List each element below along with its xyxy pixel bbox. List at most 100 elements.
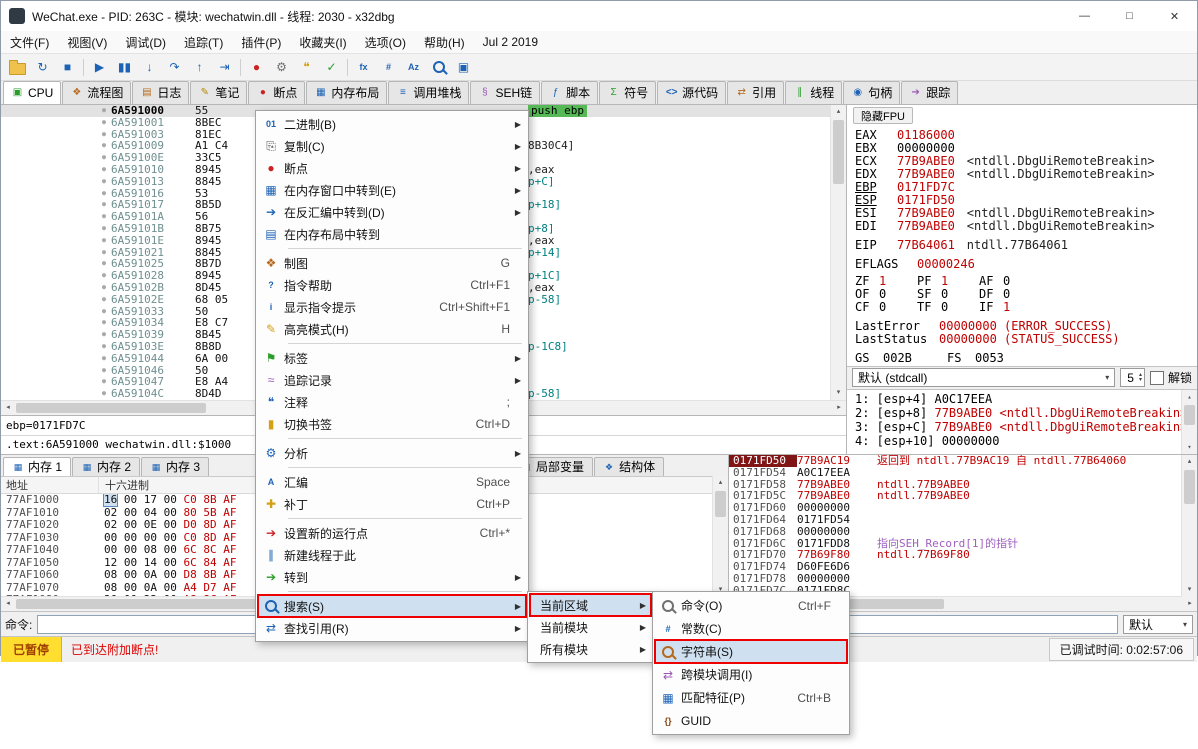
step-into-button[interactable]: ↓ — [137, 56, 162, 78]
menubar-item[interactable]: 追踪(T) — [175, 31, 232, 54]
stack-row[interactable]: 0171FD7800000000 — [729, 573, 1181, 585]
tab-call-stack[interactable]: ≡调用堆栈 — [388, 81, 469, 104]
tab-notes[interactable]: ✎笔记 — [190, 81, 247, 104]
menu-item-goto[interactable]: ➔转到▶ — [258, 566, 526, 588]
calling-convention-select[interactable]: 默认 (stdcall) ▾ — [852, 368, 1115, 387]
menu-item-trace-record[interactable]: ≈追踪记录▶ — [258, 369, 526, 391]
tab-references[interactable]: ⇄引用 — [727, 81, 784, 104]
register-line[interactable]: GS002BFS0053 — [855, 352, 1197, 365]
scroll-up-arrow[interactable]: ▴ — [713, 476, 728, 490]
pause-button[interactable]: ▮▮ — [112, 56, 137, 78]
scroll-left-arrow[interactable]: ◂ — [1, 401, 15, 415]
register-line[interactable]: CF0TF0IF1 — [855, 301, 1197, 314]
breakpoint-dot[interactable]: ● — [97, 270, 111, 282]
register-line[interactable]: ECX77B9ABE0<ntdll.DbgUiRemoteBreakin> — [855, 155, 1197, 168]
breakpoint-dot[interactable]: ● — [97, 223, 111, 235]
register-line[interactable]: EAX01186000 — [855, 129, 1197, 142]
tab-trace[interactable]: ➔跟踪 — [901, 81, 958, 104]
maximize-button[interactable]: □ — [1107, 1, 1152, 31]
scroll-down-arrow[interactable]: ▾ — [831, 386, 846, 400]
stop-button[interactable]: ■ — [55, 56, 80, 78]
submenu-item-pattern[interactable]: ▦匹配特征(P)Ctrl+B — [655, 686, 847, 709]
breakpoint-dot[interactable]: ● — [97, 117, 111, 129]
breakpoint-dot[interactable]: ● — [97, 294, 111, 306]
functions-button[interactable]: fx — [351, 56, 376, 78]
menu-item-set-new-origin[interactable]: ➔设置新的运行点Ctrl+* — [258, 522, 526, 544]
breakpoint-dot[interactable]: ● — [97, 282, 111, 294]
register-line[interactable]: EDI77B9ABE0<ntdll.DbgUiRemoteBreakin> — [855, 220, 1197, 233]
scrollbar-thumb[interactable] — [16, 599, 276, 609]
minimize-button[interactable]: — — [1062, 1, 1107, 31]
menubar-item[interactable]: 选项(O) — [356, 31, 415, 54]
menu-item-follow-in-disassembler[interactable]: ➔在反汇编中转到(D)▶ — [258, 201, 526, 223]
breakpoint-dot[interactable]: ● — [97, 306, 111, 318]
submenu-item-string-references[interactable]: 字符串(S) — [655, 640, 847, 663]
scrollbar-thumb[interactable] — [833, 120, 844, 184]
breakpoint-dot[interactable]: ● — [97, 365, 111, 377]
menu-item-patch[interactable]: ✚补丁Ctrl+P — [258, 493, 526, 515]
scroll-down-arrow[interactable]: ▾ — [1182, 440, 1197, 454]
menubar-item[interactable]: 调试(D) — [116, 31, 175, 54]
tab-log[interactable]: ▤日志 — [132, 81, 189, 104]
register-line[interactable]: EIP77B64061ntdll.77B64061 — [855, 239, 1197, 252]
run-button[interactable]: ▶ — [87, 56, 112, 78]
argument-count-spinner[interactable]: 5 ▴▾ — [1120, 368, 1145, 387]
strings-button[interactable]: Az — [401, 56, 426, 78]
submenu-item-intermodular-calls[interactable]: ⇄跨模块调用(I) — [655, 663, 847, 686]
tab-breakpoints[interactable]: ●断点 — [248, 81, 305, 104]
register-line[interactable]: ESP0171FD50 — [855, 194, 1197, 207]
arguments-scrollbar[interactable]: ▴ ▾ — [1181, 390, 1197, 454]
menu-item-show-mnemonic-brief[interactable]: i显示指令提示Ctrl+Shift+F1 — [258, 296, 526, 318]
scroll-up-arrow[interactable]: ▴ — [1182, 390, 1197, 404]
menu-item-search[interactable]: 搜索(S)▶ — [258, 595, 526, 617]
breakpoint-dot[interactable]: ● — [97, 199, 111, 211]
step-out-button[interactable]: ↑ — [187, 56, 212, 78]
stack-row[interactable]: 0171FD640171FD54 — [729, 514, 1181, 526]
scrollbar-thumb[interactable] — [16, 403, 206, 413]
breakpoint-dot[interactable]: ● — [97, 129, 111, 141]
argument-line[interactable]: 1: [esp+4] A0C17EEA — [855, 392, 1181, 406]
menu-item-binary[interactable]: 01二进制(B)▶ — [258, 113, 526, 135]
close-button[interactable]: ✕ — [1152, 1, 1197, 31]
menu-item-label[interactable]: ⚑标签▶ — [258, 347, 526, 369]
breakpoint-dot[interactable]: ● — [97, 317, 111, 329]
stack-row[interactable]: 0171FD54A0C17EEA — [729, 467, 1181, 479]
menu-item-toggle-bookmark[interactable]: ▮切换书签Ctrl+D — [258, 413, 526, 435]
register-line[interactable]: ZF1PF1AF0 — [855, 275, 1197, 288]
scroll-right-arrow[interactable]: ▸ — [832, 401, 846, 415]
open-file-button[interactable] — [5, 56, 30, 78]
spinner-arrows[interactable]: ▴▾ — [1139, 373, 1142, 383]
run-to-return-button[interactable]: ⇥ — [212, 56, 237, 78]
scroll-right-arrow[interactable]: ▸ — [1183, 597, 1197, 611]
menu-item-instruction-help[interactable]: ?指令帮助Ctrl+F1 — [258, 274, 526, 296]
menu-item-new-thread-here[interactable]: ∥新建线程于此 — [258, 544, 526, 566]
menubar-item[interactable]: 视图(V) — [58, 31, 116, 54]
tab-memory-map[interactable]: ▦内存布局 — [306, 81, 387, 104]
breakpoint-dot[interactable]: ● — [97, 140, 111, 152]
argument-line[interactable]: 2: [esp+8] 77B9ABE0 <ntdll.DbgUiRemoteBr… — [855, 406, 1181, 420]
tab-graph[interactable]: ❖流程图 — [62, 81, 131, 104]
submenu-item-guid[interactable]: {}GUID — [655, 709, 847, 732]
register-line[interactable]: EBP0171FD7C — [855, 181, 1197, 194]
breakpoint-dot[interactable]: ● — [97, 152, 111, 164]
dump-tab-memory-2[interactable]: ▦内存 2 — [72, 457, 140, 476]
register-line[interactable]: EDX77B9ABE0<ntdll.DbgUiRemoteBreakin> — [855, 168, 1197, 181]
submenu-item-command[interactable]: 命令(O)Ctrl+F — [655, 594, 847, 617]
menubar-item[interactable]: 帮助(H) — [415, 31, 474, 54]
scroll-down-arrow[interactable]: ▾ — [1182, 583, 1197, 597]
breakpoint-button[interactable]: ● — [244, 56, 269, 78]
menubar-item[interactable]: 文件(F) — [1, 31, 58, 54]
tab-seh-chain[interactable]: §SEH链 — [470, 81, 540, 104]
scroll-up-arrow[interactable]: ▴ — [1182, 455, 1197, 469]
menu-item-comment[interactable]: ❝注释; — [258, 391, 526, 413]
command-profile-select[interactable]: 默认 ▾ — [1123, 615, 1193, 634]
register-line[interactable]: ESI77B9ABE0<ntdll.DbgUiRemoteBreakin> — [855, 207, 1197, 220]
breakpoint-dot[interactable]: ● — [97, 376, 111, 388]
menubar-item[interactable]: 插件(P) — [232, 31, 290, 54]
stack-row[interactable]: 0171FD6800000000 — [729, 526, 1181, 538]
breakpoint-dot[interactable]: ● — [97, 353, 111, 365]
step-over-button[interactable]: ↷ — [162, 56, 187, 78]
menu-item-analysis[interactable]: ⚙分析▶ — [258, 442, 526, 464]
settings-button[interactable]: ⚙ — [269, 56, 294, 78]
menu-item-graph[interactable]: ❖制图G — [258, 252, 526, 274]
